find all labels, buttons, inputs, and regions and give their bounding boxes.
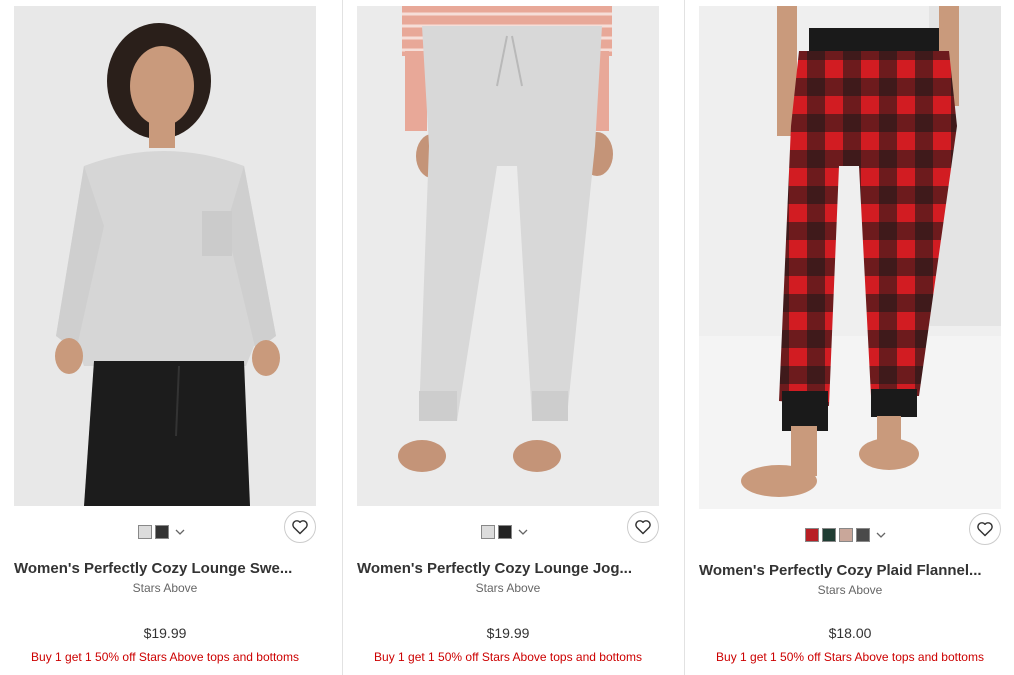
swatch-charcoal[interactable] xyxy=(155,525,169,539)
color-swatches xyxy=(481,524,529,540)
heart-icon xyxy=(977,522,993,537)
product-brand[interactable]: Stars Above xyxy=(685,583,1014,597)
swatch-light-grey[interactable] xyxy=(138,525,152,539)
swatch-green-plaid[interactable] xyxy=(822,528,836,542)
product-card[interactable]: Women's Perfectly Cozy Lounge Jog... Sta… xyxy=(342,0,685,675)
color-swatches xyxy=(138,524,186,540)
favorite-button[interactable] xyxy=(969,513,1001,545)
product-price: $19.99 xyxy=(143,625,187,641)
chevron-down-icon[interactable] xyxy=(875,529,887,541)
heart-icon xyxy=(635,520,651,535)
product-title[interactable]: Women's Perfectly Cozy Lounge Jog... xyxy=(357,560,667,577)
product-image[interactable] xyxy=(357,6,659,506)
swatch-light-grey[interactable] xyxy=(481,525,495,539)
product-title[interactable]: Women's Perfectly Cozy Lounge Swe... xyxy=(14,560,324,577)
product-card[interactable]: Women's Perfectly Cozy Plaid Flannel... … xyxy=(684,0,1014,675)
color-swatches xyxy=(805,527,887,543)
chevron-down-icon[interactable] xyxy=(517,526,529,538)
product-promo[interactable]: Buy 1 get 1 50% off Stars Above tops and… xyxy=(343,650,673,664)
product-price: $19.99 xyxy=(486,625,530,641)
product-brand[interactable]: Stars Above xyxy=(0,581,330,595)
chevron-down-icon[interactable] xyxy=(174,526,186,538)
swatch-red-plaid[interactable] xyxy=(805,528,819,542)
product-image[interactable] xyxy=(14,6,316,506)
product-title[interactable]: Women's Perfectly Cozy Plaid Flannel... xyxy=(699,562,1009,579)
favorite-button[interactable] xyxy=(284,511,316,543)
product-card[interactable]: Women's Perfectly Cozy Lounge Swe... Sta… xyxy=(0,0,342,675)
swatch-grey-plaid[interactable] xyxy=(856,528,870,542)
product-price: $18.00 xyxy=(828,625,872,641)
product-promo[interactable]: Buy 1 get 1 50% off Stars Above tops and… xyxy=(0,650,330,664)
heart-icon xyxy=(292,520,308,535)
favorite-button[interactable] xyxy=(627,511,659,543)
swatch-black[interactable] xyxy=(498,525,512,539)
product-promo[interactable]: Buy 1 get 1 50% off Stars Above tops and… xyxy=(685,650,1014,664)
product-brand[interactable]: Stars Above xyxy=(343,581,673,595)
product-image[interactable] xyxy=(699,6,1001,509)
swatch-pink-plaid[interactable] xyxy=(839,528,853,542)
